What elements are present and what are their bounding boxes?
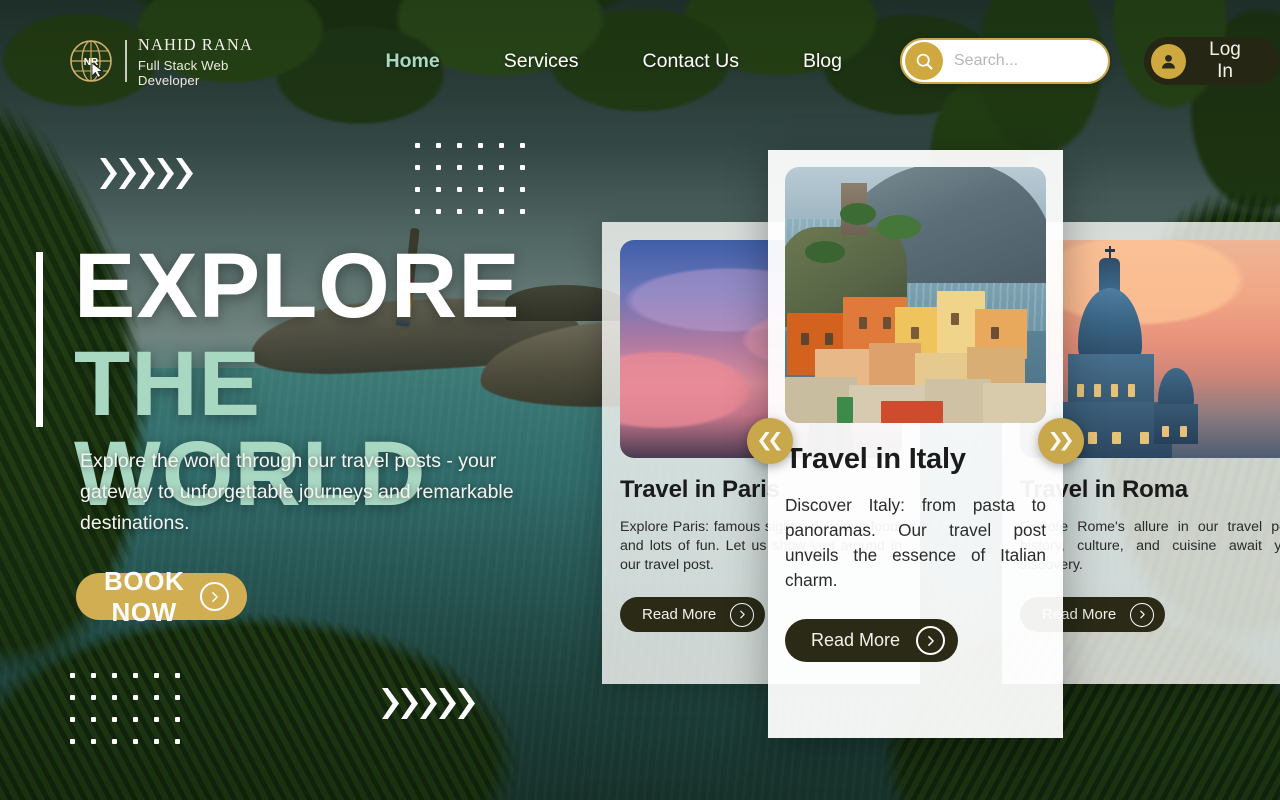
read-more-label: Read More [642,606,717,623]
site-header: NR NAHID RANA Full Stack Web Developer H… [0,0,1280,122]
main-navigation: Home Services Contact Us Blog [354,50,874,73]
read-more-button-paris[interactable]: Read More [620,597,766,632]
nav-item-blog[interactable]: Blog [771,50,874,73]
card-description: Discover Italy: from pasta to panoramas.… [785,495,1046,590]
login-button[interactable]: Log In [1144,37,1280,85]
site-logo[interactable]: NR NAHID RANA Full Stack Web Developer [68,35,288,88]
search-input[interactable] [954,52,1094,70]
globe-cursor-icon: NR [68,38,114,84]
user-avatar-icon [1151,43,1186,79]
arrow-right-circle-icon [916,626,946,655]
login-label: Log In [1209,39,1241,82]
double-chevron-right-icon [1050,431,1072,451]
vernazza-town-illustration [785,273,1046,423]
search-box[interactable] [900,38,1110,84]
double-chevron-left-icon [759,431,781,451]
nav-item-home[interactable]: Home [354,50,472,73]
card-image-italy [785,167,1046,423]
read-more-label: Read More [811,630,901,650]
carousel-next-button[interactable] [1038,418,1084,464]
nav-item-contact-us[interactable]: Contact Us [611,50,771,73]
brand-name: NAHID RANA [137,34,253,54]
arrow-right-circle-icon [730,602,755,627]
carousel-prev-button[interactable] [747,418,793,464]
travel-card-italy[interactable]: Travel in Italy Discover Italy: from pas… [768,150,1063,738]
logo-divider [125,40,127,82]
read-more-button-italy[interactable]: Read More [785,619,959,662]
nav-item-services[interactable]: Services [472,50,611,73]
arrow-right-circle-icon [1130,602,1155,627]
search-icon[interactable] [905,42,943,80]
card-title: Travel in Italy [785,443,966,475]
brand-tagline: Full Stack Web Developer [137,57,229,88]
